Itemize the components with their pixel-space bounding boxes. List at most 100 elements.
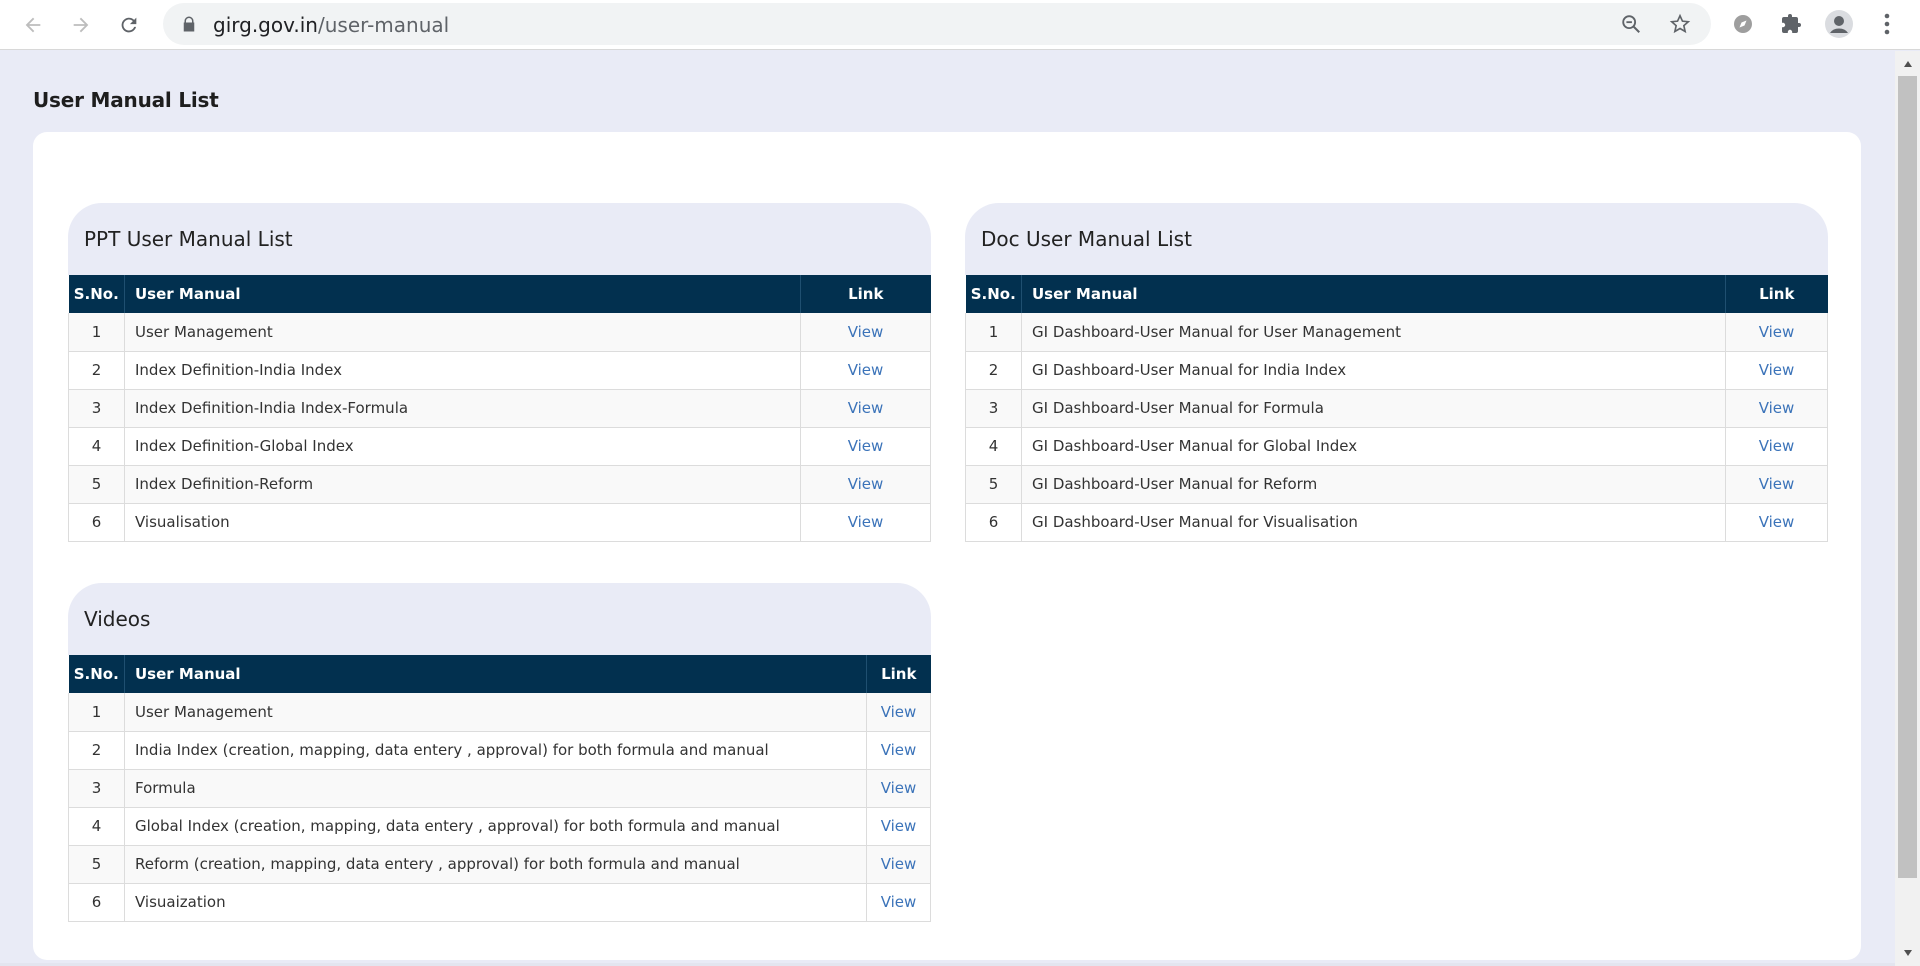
row-manual-name: Index Definition-Reform: [124, 465, 801, 504]
avatar-icon: [1825, 10, 1853, 38]
table-row: 3 GI Dashboard-User Manual for Formula Vie…: [965, 389, 1828, 428]
more-vertical-icon: [1884, 13, 1890, 35]
row-sno: 1: [965, 313, 1022, 352]
row-sno: 5: [68, 845, 125, 884]
view-link[interactable]: View: [1759, 437, 1795, 455]
row-sno: 3: [68, 389, 125, 428]
triangle-up-icon: [1903, 60, 1912, 67]
link-header: Link: [1725, 275, 1828, 313]
link-header: Link: [800, 275, 931, 313]
ppt-section-header: PPT User Manual List: [68, 203, 931, 275]
reload-button[interactable]: [114, 10, 144, 40]
sno-header: S.No.: [965, 275, 1022, 313]
view-link[interactable]: View: [848, 323, 884, 341]
view-link[interactable]: View: [1759, 323, 1795, 341]
user-manual-header: User Manual: [124, 655, 867, 693]
lock-icon: [183, 16, 195, 32]
table-row: 1 User Management View: [68, 313, 931, 352]
table-row: 5 Reform (creation, mapping, data entery …: [68, 845, 931, 884]
view-link[interactable]: View: [881, 779, 917, 797]
table-row: 6 Visualisation View: [68, 503, 931, 542]
table-header-row: S.No. User Manual Link: [965, 275, 1828, 313]
menu-button[interactable]: [1872, 9, 1902, 39]
scroll-up-button[interactable]: [1899, 55, 1916, 72]
row-manual-name: Index Definition-Global Index: [124, 427, 801, 466]
table-row: 1 User Management View: [68, 693, 931, 732]
view-link[interactable]: View: [881, 703, 917, 721]
view-link[interactable]: View: [848, 513, 884, 531]
zoom-button[interactable]: [1619, 12, 1643, 36]
row-manual-name: GI Dashboard-User Manual for India Index: [1021, 351, 1726, 390]
forward-button[interactable]: [66, 10, 96, 40]
table-row: 3 Index Definition-India Index-Formula Vie…: [68, 389, 931, 428]
sno-header: S.No.: [68, 275, 125, 313]
row-manual-name: User Management: [124, 693, 867, 732]
view-link[interactable]: View: [881, 893, 917, 911]
row-manual-name: GI Dashboard-User Manual for Formula: [1021, 389, 1726, 428]
table-header-row: S.No. User Manual Link: [68, 275, 931, 313]
table-row: 2 India Index (creation, mapping, data en…: [68, 731, 931, 770]
reload-icon: [121, 17, 137, 33]
view-link[interactable]: View: [848, 361, 884, 379]
row-sno: 2: [68, 351, 125, 390]
table-row: 5 GI Dashboard-User Manual for Reform View: [965, 465, 1828, 504]
row-manual-name: Reform (creation, mapping, data entery ,…: [124, 845, 867, 884]
triangle-down-icon: [1903, 949, 1912, 956]
view-link[interactable]: View: [1759, 475, 1795, 493]
view-link[interactable]: View: [848, 437, 884, 455]
ppt-manual-table: S.No. User Manual Link 1 User Management V…: [68, 275, 931, 542]
address-bar[interactable]: girg.gov.in/user-manual: [163, 3, 1711, 45]
scrollbar-thumb[interactable]: [1898, 76, 1917, 878]
url-path: /user-manual: [317, 13, 450, 37]
view-link[interactable]: View: [1759, 361, 1795, 379]
bookmark-button[interactable]: [1668, 12, 1692, 36]
view-link[interactable]: View: [848, 399, 884, 417]
doc-manual-section: Doc User Manual List S.No. User Manual L…: [965, 203, 1828, 542]
zoom-out-icon: [1622, 15, 1640, 33]
videos-section-title: Videos: [84, 607, 151, 631]
row-manual-name: India Index (creation, mapping, data ent…: [124, 731, 867, 770]
view-link[interactable]: View: [1759, 513, 1795, 531]
row-manual-name: Visualisation: [124, 503, 801, 542]
table-row: 3 Formula View: [68, 769, 931, 808]
table-row: 6 Visuaization View: [68, 883, 931, 922]
table-row: 4 Global Index (creation, mapping, data e…: [68, 807, 931, 846]
page-title: User Manual List: [33, 88, 219, 112]
puzzle-icon: [1782, 14, 1801, 33]
view-link[interactable]: View: [881, 741, 917, 759]
back-button[interactable]: [18, 10, 48, 40]
extension-compass-button[interactable]: [1728, 9, 1758, 39]
row-manual-name: GI Dashboard-User Manual for Reform: [1021, 465, 1726, 504]
table-row: 4 GI Dashboard-User Manual for Global Ind…: [965, 427, 1828, 466]
view-link[interactable]: View: [881, 855, 917, 873]
doc-section-title: Doc User Manual List: [981, 227, 1192, 251]
table-row: 5 Index Definition-Reform View: [68, 465, 931, 504]
row-manual-name: GI Dashboard-User Manual for User Manage…: [1021, 313, 1726, 352]
view-link[interactable]: View: [881, 817, 917, 835]
row-manual-name: Formula: [124, 769, 867, 808]
doc-manual-table: S.No. User Manual Link 1 GI Dashboard-Use…: [965, 275, 1828, 542]
videos-section-header: Videos: [68, 583, 931, 655]
row-sno: 5: [68, 465, 125, 504]
row-sno: 3: [68, 769, 125, 808]
view-link[interactable]: View: [848, 475, 884, 493]
scroll-down-button[interactable]: [1899, 944, 1916, 961]
row-sno: 6: [965, 503, 1022, 542]
videos-section: Videos S.No. User Manual Link 1 User Mana…: [68, 583, 931, 923]
arrow-right-icon: [73, 17, 89, 33]
row-sno: 2: [965, 351, 1022, 390]
profile-button[interactable]: [1824, 9, 1854, 39]
row-sno: 6: [68, 883, 125, 922]
row-manual-name: GI Dashboard-User Manual for Global Inde…: [1021, 427, 1726, 466]
user-manual-header: User Manual: [1021, 275, 1726, 313]
videos-table: S.No. User Manual Link 1 User Management V…: [68, 655, 931, 922]
row-manual-name: Visuaization: [124, 883, 867, 922]
view-link[interactable]: View: [1759, 399, 1795, 417]
url-host: girg.gov.in: [213, 13, 318, 37]
row-sno: 3: [965, 389, 1022, 428]
extensions-button[interactable]: [1776, 9, 1806, 39]
row-manual-name: GI Dashboard-User Manual for Visualisati…: [1021, 503, 1726, 542]
row-manual-name: Index Definition-India Index-Formula: [124, 389, 801, 428]
url-text: girg.gov.in/user-manual: [213, 13, 449, 37]
user-manual-header: User Manual: [124, 275, 801, 313]
